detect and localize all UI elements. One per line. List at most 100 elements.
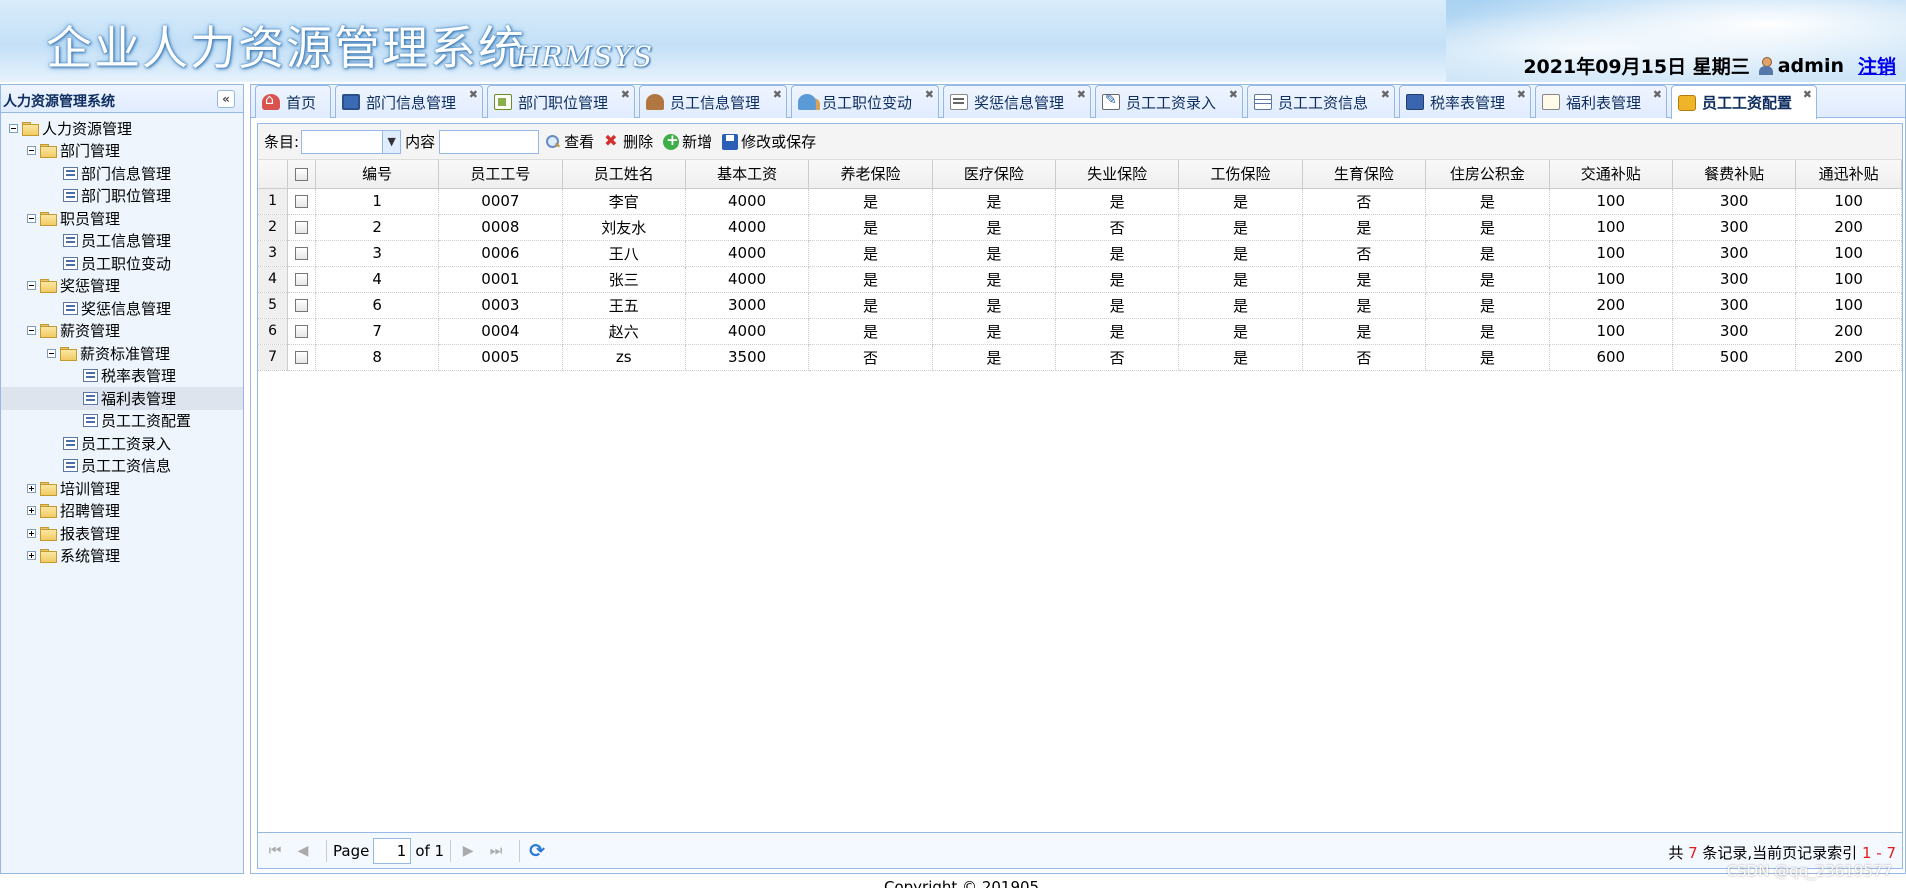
column-header[interactable]: 交通补贴 bbox=[1549, 160, 1673, 189]
tree-item[interactable]: 员工工资配置 bbox=[1, 410, 243, 433]
field-select[interactable]: ▼ bbox=[301, 129, 402, 154]
column-header[interactable]: 餐费补贴 bbox=[1672, 160, 1797, 189]
row-number: 7 bbox=[258, 344, 289, 371]
collapse-icon[interactable] bbox=[47, 348, 56, 358]
tree-item[interactable]: 部门职位管理 bbox=[1, 185, 243, 208]
close-tab-icon[interactable]: ✖ bbox=[925, 88, 934, 101]
page-number-input[interactable] bbox=[373, 837, 412, 864]
column-header[interactable]: 通迅补贴 bbox=[1795, 160, 1902, 189]
logout-link[interactable]: 注销 bbox=[1858, 52, 1896, 79]
table-row[interactable]: 4 4 0001 张三 4000 是是是是是是 100 300 100 bbox=[258, 266, 1902, 293]
tab-page-6[interactable]: 员工工资录入 ✖ bbox=[1095, 85, 1243, 118]
column-header[interactable]: 编号 bbox=[315, 160, 440, 189]
table-row[interactable]: 1 1 0007 李官 4000 是是是是否是 100 300 100 bbox=[258, 188, 1902, 215]
row-checkbox[interactable] bbox=[295, 273, 309, 286]
column-header[interactable]: 生育保险 bbox=[1302, 160, 1427, 189]
tree-folder[interactable]: 职员管理 bbox=[1, 207, 243, 230]
table-row[interactable]: 6 7 0004 赵六 4000 是是是是是是 100 300 200 bbox=[258, 318, 1902, 345]
row-checkbox[interactable] bbox=[295, 221, 309, 234]
table-row[interactable]: 7 8 0005 zs 3500 否是否是否是 600 500 200 bbox=[258, 344, 1902, 371]
tree-item[interactable]: 员工工资信息 bbox=[1, 455, 243, 478]
close-tab-icon[interactable]: ✖ bbox=[1803, 88, 1812, 101]
tree-folder[interactable]: 薪资管理 bbox=[1, 320, 243, 343]
save-button[interactable]: 修改或保存 bbox=[722, 131, 816, 152]
tree-item[interactable]: 员工工资录入 bbox=[1, 432, 243, 455]
close-tab-icon[interactable]: ✖ bbox=[469, 88, 478, 101]
tab-label: 首页 bbox=[286, 93, 317, 112]
select-all-checkbox[interactable] bbox=[295, 167, 309, 181]
tree-folder[interactable]: 人力资源管理 bbox=[1, 117, 243, 140]
tab-page-1[interactable]: 部门信息管理 ✖ bbox=[335, 85, 483, 118]
tree-item[interactable]: 部门信息管理 bbox=[1, 162, 243, 185]
delete-button[interactable]: 删除 bbox=[604, 131, 653, 152]
collapse-sidebar-button[interactable]: « bbox=[217, 90, 235, 108]
last-page-icon[interactable]: ⏭ bbox=[485, 840, 507, 862]
column-header[interactable]: 工伤保险 bbox=[1178, 160, 1303, 189]
column-header[interactable]: 住房公积金 bbox=[1425, 160, 1550, 189]
table-row[interactable]: 3 3 0006 王八 4000 是是是是否是 100 300 100 bbox=[258, 240, 1902, 267]
close-tab-icon[interactable]: ✖ bbox=[1077, 88, 1086, 101]
column-header[interactable]: 基本工资 bbox=[685, 160, 810, 189]
tree-folder[interactable]: 部门管理 bbox=[1, 140, 243, 163]
tab-page-5[interactable]: 奖惩信息管理 ✖ bbox=[943, 85, 1091, 118]
expand-icon[interactable] bbox=[27, 506, 36, 516]
tree-item[interactable]: 员工职位变动 bbox=[1, 252, 243, 275]
close-tab-icon[interactable]: ✖ bbox=[773, 88, 782, 101]
row-checkbox[interactable] bbox=[295, 247, 309, 260]
tab-page-7[interactable]: 员工工资信息 ✖ bbox=[1247, 85, 1395, 118]
column-header[interactable]: 养老保险 bbox=[808, 160, 933, 189]
tree-folder[interactable]: 奖惩管理 bbox=[1, 275, 243, 298]
first-page-icon[interactable]: ⏮ bbox=[264, 840, 286, 862]
tab-page-4[interactable]: 员工职位变动 ✖ bbox=[791, 85, 939, 118]
column-header[interactable]: 失业保险 bbox=[1055, 160, 1180, 189]
tree-folder[interactable]: 报表管理 bbox=[1, 522, 243, 545]
tab-page-9[interactable]: 福利表管理 ✖ bbox=[1535, 85, 1667, 118]
collapse-icon[interactable] bbox=[27, 213, 36, 223]
column-header[interactable]: 员工姓名 bbox=[562, 160, 686, 189]
tree-folder[interactable]: 薪资标准管理 bbox=[1, 342, 243, 365]
column-header[interactable]: 员工工号 bbox=[438, 160, 563, 189]
table-row[interactable]: 5 6 0003 王五 3000 是是是是是是 200 300 100 bbox=[258, 292, 1902, 319]
tree-folder[interactable]: 系统管理 bbox=[1, 545, 243, 568]
row-checkbox[interactable] bbox=[295, 351, 309, 364]
content-input[interactable] bbox=[439, 129, 540, 154]
tree-item[interactable]: 福利表管理 bbox=[1, 387, 243, 410]
close-tab-icon[interactable]: ✖ bbox=[1229, 88, 1238, 101]
collapse-icon[interactable] bbox=[9, 123, 18, 133]
table-cell: 100 bbox=[1795, 240, 1902, 267]
chevron-down-icon[interactable]: ▼ bbox=[382, 130, 401, 153]
next-page-icon[interactable]: ▶ bbox=[457, 840, 479, 862]
tab-page-3[interactable]: 员工信息管理 ✖ bbox=[639, 85, 787, 118]
tree-item[interactable]: 奖惩信息管理 bbox=[1, 297, 243, 320]
row-checkbox[interactable] bbox=[295, 299, 309, 312]
tree-item[interactable]: 员工信息管理 bbox=[1, 230, 243, 253]
collapse-icon[interactable] bbox=[27, 281, 36, 291]
table-cell: 7 bbox=[315, 318, 440, 345]
close-tab-icon[interactable]: ✖ bbox=[621, 88, 630, 101]
column-header[interactable]: 医疗保险 bbox=[932, 160, 1057, 189]
add-button[interactable]: 新增 bbox=[663, 131, 712, 152]
tab-page-10[interactable]: 员工工资配置 ✖ bbox=[1671, 85, 1817, 119]
row-checkbox[interactable] bbox=[295, 325, 309, 338]
tab-page-2[interactable]: 部门职位管理 ✖ bbox=[487, 85, 635, 118]
refresh-icon[interactable]: ⟳ bbox=[526, 840, 548, 862]
expand-icon[interactable] bbox=[27, 528, 36, 538]
tab-page-8[interactable]: 税率表管理 ✖ bbox=[1399, 85, 1531, 118]
expand-icon[interactable] bbox=[27, 551, 36, 561]
table-cell: 是 bbox=[1178, 188, 1303, 215]
tree-folder[interactable]: 培训管理 bbox=[1, 477, 243, 500]
tree-folder[interactable]: 招聘管理 bbox=[1, 500, 243, 523]
expand-icon[interactable] bbox=[27, 483, 36, 493]
table-row[interactable]: 2 2 0008 刘友水 4000 是是否是是是 100 300 200 bbox=[258, 214, 1902, 241]
collapse-icon[interactable] bbox=[27, 146, 36, 156]
close-tab-icon[interactable]: ✖ bbox=[1517, 88, 1526, 101]
prev-page-icon[interactable]: ◀ bbox=[292, 840, 314, 862]
collapse-icon[interactable] bbox=[27, 326, 36, 336]
search-button[interactable]: 查看 bbox=[545, 131, 594, 152]
tab-home[interactable]: 首页 bbox=[255, 85, 331, 118]
close-tab-icon[interactable]: ✖ bbox=[1653, 88, 1662, 101]
tree-item[interactable]: 税率表管理 bbox=[1, 365, 243, 388]
user-info-bar: 2021年09月15日 星期三 admin 注销 bbox=[1523, 52, 1896, 79]
close-tab-icon[interactable]: ✖ bbox=[1381, 88, 1390, 101]
row-checkbox[interactable] bbox=[295, 195, 309, 208]
